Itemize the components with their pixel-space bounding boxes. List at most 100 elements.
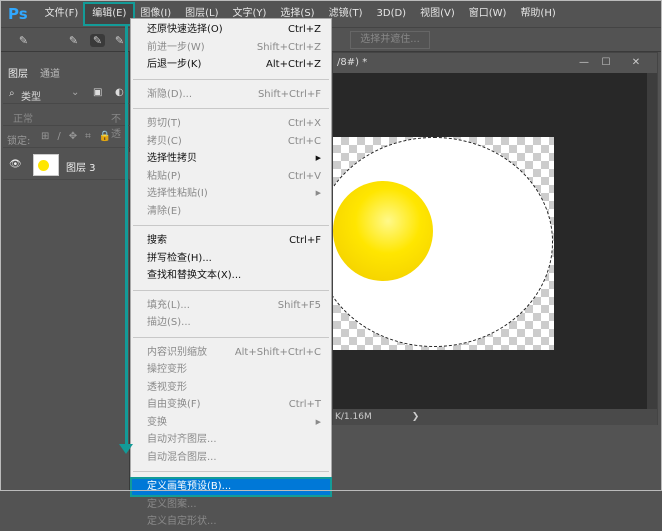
menu-item[interactable]: 查找和替换文本(X)... [131, 267, 331, 285]
menu-item[interactable]: 自动对齐图层... [131, 431, 331, 449]
menu-item[interactable]: 还原快速选择(O) Ctrl+Z [131, 21, 331, 39]
menu-item-label: 操控变形 [147, 364, 187, 375]
menu-item-label: 清除(E) [147, 205, 182, 217]
menu-item-label: 搜索 [147, 235, 167, 246]
egg-yolk [333, 181, 433, 281]
menu-item-label: 前进一步(W) [147, 41, 205, 53]
blend-mode-select[interactable]: 正常 不透 [3, 106, 130, 140]
search-icon: ⌕ [9, 88, 15, 99]
menu-item[interactable]: 后退一步(K) Alt+Ctrl+Z [131, 56, 331, 74]
menu-item[interactable]: 选择性粘贴(I) ▶ [131, 185, 331, 203]
menu-separator [133, 289, 329, 291]
menu-item[interactable]: 透视变形 [131, 379, 331, 397]
menu-item[interactable]: 操控变形 [131, 361, 331, 379]
select-and-mask-button[interactable]: 选择并遮住... [350, 31, 430, 49]
menu-separator [133, 225, 329, 226]
tab-channels[interactable]: 通道 [40, 65, 60, 80]
chevron-down-icon: ⌄ [71, 87, 80, 98]
menu-separator [133, 78, 329, 80]
lock-label: 锁定: [7, 136, 31, 147]
layers-panel: 图层 通道 ⌕ 类型 ⌄ ▣ ◐ 正常 不透 锁定: ⊞/✥⌗🔒 👁 图层 3 [0, 52, 130, 491]
menu-7[interactable]: 3D(D) [370, 4, 414, 24]
vertical-scrollbar[interactable] [647, 73, 657, 409]
menu-8[interactable]: 视图(V) [413, 4, 462, 24]
menu-10[interactable]: 帮助(H) [513, 4, 562, 24]
lock-icons[interactable]: ⊞/✥⌗🔒 [41, 131, 119, 142]
menu-item[interactable]: 自由变换(F) Ctrl+T [131, 396, 331, 414]
menu-item-shortcut: Shift+Ctrl+F [257, 88, 321, 100]
layer-thumbnail [33, 154, 59, 176]
menu-9[interactable]: 窗口(W) [462, 4, 514, 24]
menu-item[interactable]: 拷贝(C) Ctrl+C [131, 133, 331, 151]
menu-1[interactable]: 编辑(E) [83, 2, 136, 26]
menu-item-label: 后退一步(K) [147, 59, 202, 70]
menu-item-label: 变换 [147, 416, 167, 428]
minimize-icon[interactable]: — [573, 55, 595, 70]
annotation-arrow-head [119, 444, 133, 454]
menu-item[interactable]: 定义画笔预设(B)... [130, 477, 332, 497]
status-menu-arrow[interactable]: ❯ [412, 412, 420, 422]
submenu-arrow-icon: ▶ [315, 154, 321, 162]
menu-item-label: 定义图案... [147, 498, 197, 510]
document-window: /8#) * — ☐ ✕ K/1.16M ❯ [332, 52, 658, 425]
menu-item[interactable]: 剪切(T) Ctrl+X [131, 115, 331, 133]
menu-item-label: 内容识别缩放 [147, 346, 207, 358]
new-selection-icon[interactable]: ✎ [66, 34, 81, 47]
menu-separator [133, 336, 329, 338]
document-tab[interactable]: /8#) * — ☐ ✕ [333, 53, 657, 73]
tab-layers[interactable]: 图层 [8, 65, 28, 80]
menu-item[interactable]: 填充(L)... Shift+F5 [131, 297, 331, 315]
submenu-arrow-icon: ▶ [315, 189, 321, 197]
menu-item-shortcut: Ctrl+X [287, 118, 321, 129]
menu-item[interactable]: 定义自定形状... [131, 513, 331, 531]
annotation-arrow-line [125, 26, 128, 451]
eye-icon[interactable]: 👁 [9, 159, 22, 170]
menu-item[interactable]: 搜索 Ctrl+F [131, 232, 331, 250]
edit-menu-dropdown: 还原快速选择(O) Ctrl+Z 前进一步(W) Shift+Ctrl+Z 后退一步(K… [130, 18, 332, 527]
adjustment-filter-icon[interactable]: ◐ [115, 87, 124, 98]
submenu-arrow-icon: ▶ [315, 417, 321, 426]
add-selection-icon[interactable]: ✎ [90, 34, 105, 47]
menu-item-label: 描边(S)... [147, 317, 191, 328]
menu-item-shortcut: Ctrl+V [287, 170, 321, 182]
menu-item-label: 拷贝(C) [147, 135, 182, 147]
image-canvas[interactable] [333, 137, 554, 350]
menu-item-shortcut: Ctrl+C [287, 135, 321, 147]
image-filter-icon[interactable]: ▣ [93, 87, 102, 98]
menu-item[interactable]: 粘贴(P) Ctrl+V [131, 168, 331, 186]
menu-item-label: 定义自定形状... [147, 516, 217, 527]
menu-separator [133, 108, 329, 109]
maximize-icon[interactable]: ☐ [595, 55, 617, 70]
menu-item-shortcut: Ctrl+Z [287, 24, 321, 35]
menu-item[interactable]: 自动混合图层... [131, 449, 331, 467]
menu-item[interactable]: 变换 ▶ [131, 414, 331, 432]
filter-type-label: 类型 [21, 92, 41, 103]
menu-item[interactable]: 渐隐(D)... Shift+Ctrl+F [131, 86, 331, 104]
menu-item[interactable]: 定义图案... [131, 496, 331, 514]
menu-item[interactable]: 选择性拷贝 ▶ [131, 150, 331, 168]
menu-0[interactable]: 文件(F) [38, 4, 86, 24]
doc-size: K/1.16M [335, 412, 372, 422]
menu-item[interactable]: 前进一步(W) Shift+Ctrl+Z [131, 39, 331, 57]
menu-item-label: 自由变换(F) [147, 399, 201, 410]
layer-filter[interactable]: ⌕ 类型 ⌄ ▣ ◐ [3, 84, 130, 104]
menu-item-label: 透视变形 [147, 381, 187, 393]
document-title: /8#) * [337, 57, 368, 68]
menu-item[interactable]: 拼写检查(H)... [131, 250, 331, 268]
quick-select-brush-icon[interactable]: ✎ [16, 34, 31, 47]
menu-item-label: 选择性拷贝 [147, 153, 197, 164]
menu-item-label: 查找和替换文本(X)... [147, 270, 242, 281]
lock-row: 锁定: ⊞/✥⌗🔒 [3, 128, 130, 148]
menu-item[interactable]: 描边(S)... [131, 314, 331, 332]
menu-item-label: 填充(L)... [147, 299, 190, 311]
blend-mode-value: 正常 [13, 114, 33, 125]
menu-item-label: 剪切(T) [147, 118, 181, 129]
menu-item[interactable]: 内容识别缩放 Alt+Shift+Ctrl+C [131, 344, 331, 362]
menu-item[interactable]: 清除(E) [131, 203, 331, 221]
close-icon[interactable]: ✕ [625, 55, 647, 70]
menu-item-label: 定义画笔预设(B)... [147, 481, 232, 492]
menu-item-shortcut: Ctrl+T [288, 399, 321, 410]
menu-item-shortcut: Shift+Ctrl+Z [256, 41, 321, 53]
menu-item-shortcut: Ctrl+F [289, 235, 321, 246]
layer-row[interactable]: 👁 图层 3 [3, 152, 130, 180]
